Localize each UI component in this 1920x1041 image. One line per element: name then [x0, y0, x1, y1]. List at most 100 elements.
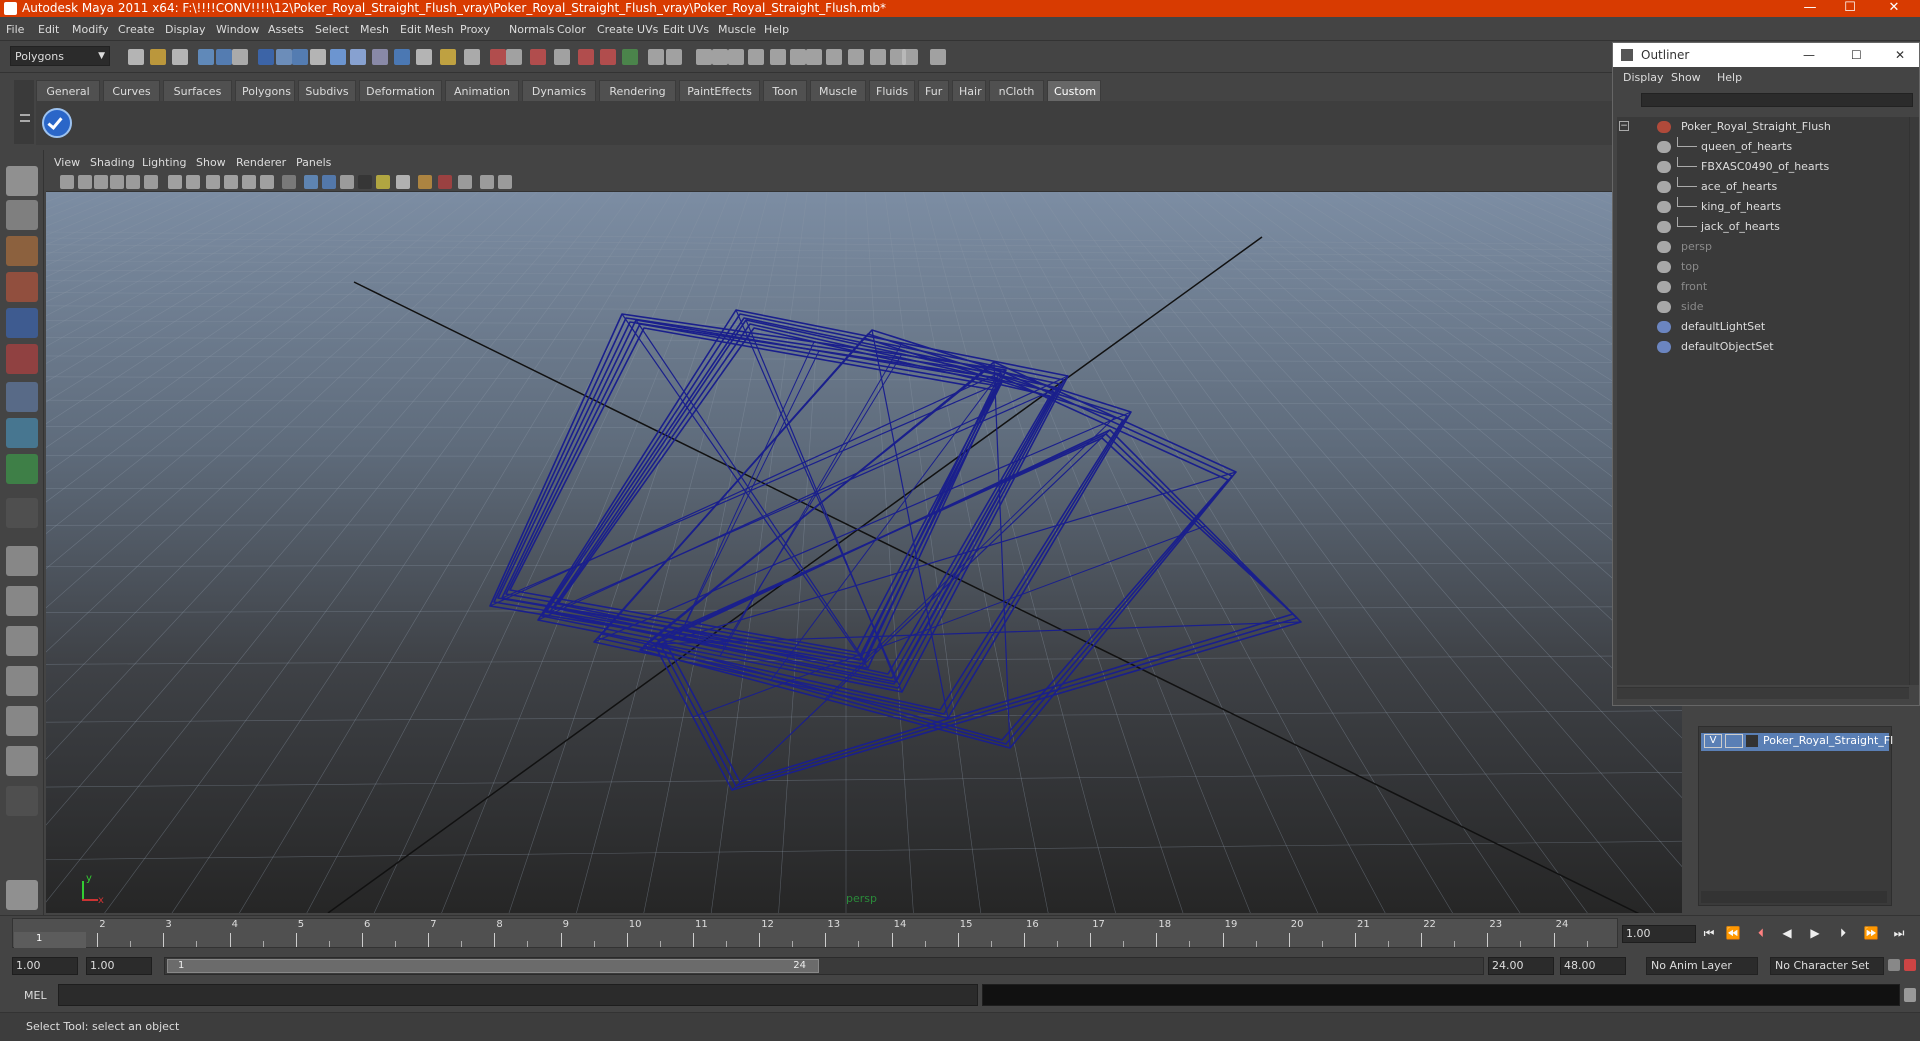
- viewport-tool-icon[interactable]: [242, 175, 256, 189]
- outliner-horizontal-scrollbar[interactable]: [1617, 687, 1909, 699]
- collapse-toggle-icon[interactable]: −: [1619, 121, 1629, 131]
- go-to-start-button[interactable]: ⏮: [1698, 923, 1720, 943]
- viewport-tool-icon[interactable]: [168, 175, 182, 189]
- shelf-tab-animation[interactable]: Animation: [445, 80, 519, 101]
- time-ruler[interactable]: 2 3 4 5 6 7 8 9 10 11 12 13 14 15 16 17 18 19 20 21 22 23 24: [12, 918, 1618, 948]
- menu-edit-uvs[interactable]: Edit UVs: [663, 23, 709, 36]
- viewport-tool-icon[interactable]: [340, 175, 354, 189]
- outliner-item-front[interactable]: front: [1617, 277, 1907, 297]
- status-tool-icon[interactable]: [748, 49, 764, 65]
- viewport-menu-renderer[interactable]: Renderer: [236, 156, 286, 169]
- viewport-tool-icon[interactable]: [480, 175, 494, 189]
- select-tool-icon[interactable]: [6, 166, 38, 196]
- outliner-item-ace_of_hearts[interactable]: ace_of_hearts: [1617, 177, 1907, 197]
- viewport-tool-icon[interactable]: [186, 175, 200, 189]
- menu-mesh[interactable]: Mesh: [360, 23, 389, 36]
- status-tool-icon[interactable]: [150, 49, 166, 65]
- viewport-tool-icon[interactable]: [260, 175, 274, 189]
- minimize-button[interactable]: —: [1790, 0, 1830, 17]
- status-tool-icon[interactable]: [848, 49, 864, 65]
- status-tool-icon[interactable]: [172, 49, 188, 65]
- viewport-tool-icon[interactable]: [78, 175, 92, 189]
- viewport-tool-icon[interactable]: [224, 175, 238, 189]
- outliner-list[interactable]: − Poker_Royal_Straight_Flush queen_of_hear…: [1617, 117, 1909, 685]
- viewport-tool-icon[interactable]: [60, 175, 74, 189]
- outliner-item-fbxasc0490_of_hearts[interactable]: FBXASC0490_of_hearts: [1617, 157, 1907, 177]
- shelf-tab-muscle[interactable]: Muscle: [810, 80, 866, 101]
- shelf-tab-subdivs[interactable]: Subdivs: [298, 80, 356, 101]
- single-pane-layout-icon[interactable]: [6, 546, 38, 576]
- menu-create-uvs[interactable]: Create UVs: [597, 23, 658, 36]
- status-tool-icon[interactable]: [790, 49, 806, 65]
- shelf-tab-polygons[interactable]: Polygons: [235, 80, 295, 101]
- shelf-tab-ncloth[interactable]: nCloth: [989, 80, 1044, 101]
- command-input[interactable]: [58, 984, 978, 1006]
- outliner-search-input[interactable]: [1641, 93, 1913, 107]
- status-tool-icon[interactable]: [826, 49, 842, 65]
- status-tool-icon[interactable]: [554, 49, 570, 65]
- script-layout-icon[interactable]: [6, 746, 38, 776]
- outliner-item-defaultlightset[interactable]: defaultLightSet: [1617, 317, 1907, 337]
- playback-start-field[interactable]: 1.00: [86, 957, 152, 975]
- manipulator-tool-icon[interactable]: [6, 382, 38, 412]
- status-tool-icon[interactable]: [930, 49, 946, 65]
- checkmark-shelf-icon[interactable]: [42, 108, 72, 138]
- outliner-layout-icon[interactable]: [6, 626, 38, 656]
- status-tool-icon[interactable]: [276, 49, 292, 65]
- shelf-tab-toon[interactable]: Toon: [763, 80, 807, 101]
- last-tool-icon[interactable]: [6, 498, 38, 528]
- four-pane-layout-icon[interactable]: [6, 586, 38, 616]
- status-tool-icon[interactable]: [232, 49, 248, 65]
- menu-modify[interactable]: Modify: [72, 23, 108, 36]
- perspective-viewport[interactable]: persp y x: [46, 192, 1682, 913]
- viewport-tool-icon[interactable]: [206, 175, 220, 189]
- anim-layer-dropdown[interactable]: No Anim Layer: [1646, 957, 1758, 975]
- status-tool-icon[interactable]: [258, 49, 274, 65]
- command-language-label[interactable]: MEL: [24, 989, 47, 1002]
- quick-layout-icon[interactable]: [6, 880, 38, 910]
- step-forward-frame-button[interactable]: ⏵: [1832, 923, 1854, 943]
- status-tool-icon[interactable]: [530, 49, 546, 65]
- shelf-tab-deformation[interactable]: Deformation: [359, 80, 442, 101]
- status-tool-icon[interactable]: [506, 49, 522, 65]
- status-tool-icon[interactable]: [578, 49, 594, 65]
- status-tool-icon[interactable]: [902, 49, 918, 65]
- hypershade-layout-icon[interactable]: [6, 706, 38, 736]
- menu-file[interactable]: File: [6, 23, 24, 36]
- layer-row[interactable]: V Poker_Royal_Straight_Fl: [1701, 733, 1893, 751]
- step-back-key-button[interactable]: ⏪: [1722, 923, 1744, 943]
- paint-select-icon[interactable]: [6, 236, 38, 266]
- status-tool-icon[interactable]: [490, 49, 506, 65]
- viewport-menu-shading[interactable]: Shading: [90, 156, 135, 169]
- menu-window[interactable]: Window: [216, 23, 259, 36]
- menu-create[interactable]: Create: [118, 23, 155, 36]
- viewport-tool-icon[interactable]: [304, 175, 318, 189]
- play-backwards-button[interactable]: ◀: [1776, 923, 1798, 943]
- viewport-tool-icon[interactable]: [126, 175, 140, 189]
- shelf-tab-rendering[interactable]: Rendering: [599, 80, 676, 101]
- outliner-menu-display[interactable]: Display: [1623, 71, 1664, 84]
- status-tool-icon[interactable]: [330, 49, 346, 65]
- outliner-item-top[interactable]: top: [1617, 257, 1907, 277]
- range-slider-handle[interactable]: 1 24: [167, 959, 819, 973]
- range-slider-track[interactable]: 1 24: [164, 957, 1484, 975]
- viewport-tool-icon[interactable]: [94, 175, 108, 189]
- menu-assets[interactable]: Assets: [268, 23, 304, 36]
- show-manipulator-icon[interactable]: [6, 454, 38, 484]
- animation-start-field[interactable]: 1.00: [12, 957, 78, 975]
- current-time-field[interactable]: 1.00: [1622, 925, 1696, 943]
- viewport-tool-icon[interactable]: [144, 175, 158, 189]
- shelf-grip[interactable]: [14, 80, 34, 144]
- outliner-item-defaultobjectset[interactable]: defaultObjectSet: [1617, 337, 1907, 357]
- viewport-menu-lighting[interactable]: Lighting: [142, 156, 186, 169]
- menu-proxy[interactable]: Proxy: [460, 23, 490, 36]
- status-tool-icon[interactable]: [216, 49, 232, 65]
- viewport-tool-icon[interactable]: [322, 175, 336, 189]
- menu-set-dropdown[interactable]: Polygons ▼: [10, 46, 110, 66]
- layer-horizontal-scrollbar[interactable]: [1701, 891, 1887, 903]
- current-frame-marker[interactable]: 1: [14, 932, 86, 948]
- play-forwards-button[interactable]: ▶: [1804, 923, 1826, 943]
- menu-color[interactable]: Color: [557, 23, 586, 36]
- viewport-tool-icon[interactable]: [110, 175, 124, 189]
- viewport-tool-icon[interactable]: [282, 175, 296, 189]
